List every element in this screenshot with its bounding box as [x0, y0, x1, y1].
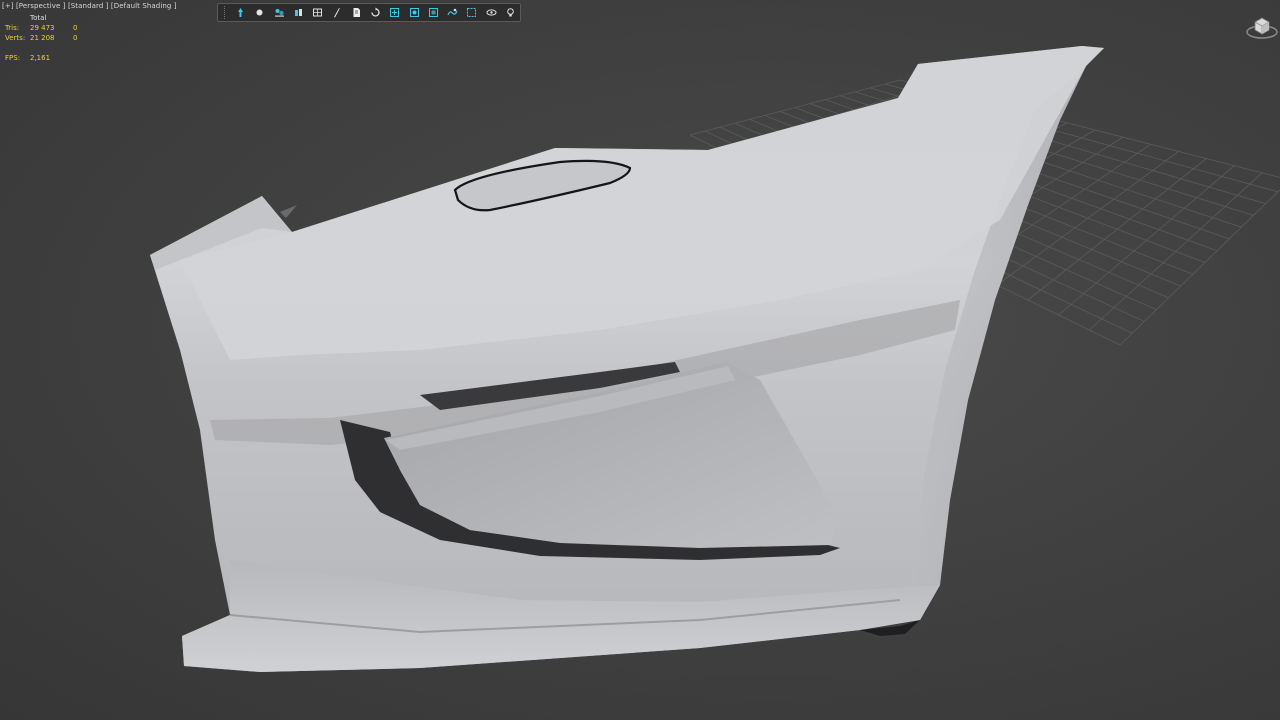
shadows-icon [274, 9, 284, 17]
eye-icon [486, 9, 497, 16]
verts-selected: 0 [73, 34, 78, 42]
tris-label: Tris: [5, 24, 20, 32]
toolbar-grip[interactable] [224, 6, 228, 19]
bulb-icon [507, 8, 514, 17]
viewport-view-label[interactable]: [Perspective ] [16, 2, 66, 10]
frame-icon [467, 8, 477, 17]
zoom-region-button[interactable] [424, 5, 443, 20]
verts-label: Verts: [5, 34, 26, 42]
refresh-button[interactable] [366, 5, 385, 20]
fps-label: FPS: [5, 54, 21, 62]
page-button[interactable] [347, 5, 366, 20]
grid-line [1119, 189, 1280, 346]
perspective-viewport[interactable]: [+] [Perspective ] [Standard ] [Default … [0, 0, 1280, 720]
grid-box-icon [313, 8, 323, 17]
sphere-icon [256, 9, 263, 16]
tris-total: 29 473 [30, 24, 55, 32]
stats-header: Total [30, 14, 47, 22]
wand-icon [334, 8, 341, 18]
frame-button[interactable] [462, 5, 481, 20]
fps-value: 2,161 [30, 54, 51, 62]
ambient-button[interactable] [443, 5, 462, 20]
viewcube-icon[interactable] [1246, 12, 1278, 40]
region-icon [409, 8, 419, 17]
statistics-overlay: Total Tris: 29 473 0 Verts: 21 208 0 FPS… [5, 13, 95, 63]
page-icon [353, 8, 360, 17]
materials-icon [294, 9, 302, 16]
verts-total: 21 208 [30, 34, 55, 42]
light-icon [238, 8, 244, 17]
shadows-button[interactable] [269, 5, 288, 20]
wand-button[interactable] [327, 5, 346, 20]
bumper-left-tab-spike [280, 205, 297, 218]
tris-selected: 0 [73, 24, 78, 32]
zoom-region-icon [428, 8, 438, 17]
grid-line [1058, 165, 1235, 316]
bulb-button[interactable] [501, 5, 520, 20]
materials-button[interactable] [289, 5, 308, 20]
refresh-icon [371, 7, 380, 17]
viewport-toolbar [217, 3, 521, 22]
bumper-model [150, 46, 1104, 672]
safe-frame-icon [390, 8, 400, 17]
viewport-scene[interactable] [0, 0, 1280, 720]
viewport-mode-label[interactable]: [Standard ] [68, 2, 109, 10]
grid-line [1089, 172, 1263, 331]
grid-box-button[interactable] [308, 5, 327, 20]
safe-frame-button[interactable] [385, 5, 404, 20]
viewport-shading-label[interactable]: [Default Shading ] [111, 2, 177, 10]
region-button[interactable] [404, 5, 423, 20]
viewport-label[interactable]: [+] [Perspective ] [Standard ] [Default … [2, 2, 177, 10]
sphere-button[interactable] [250, 5, 269, 20]
eye-button[interactable] [482, 5, 501, 20]
viewport-menu-plus[interactable]: [+] [2, 2, 14, 10]
ambient-icon [447, 8, 458, 16]
light-button[interactable] [231, 5, 250, 20]
